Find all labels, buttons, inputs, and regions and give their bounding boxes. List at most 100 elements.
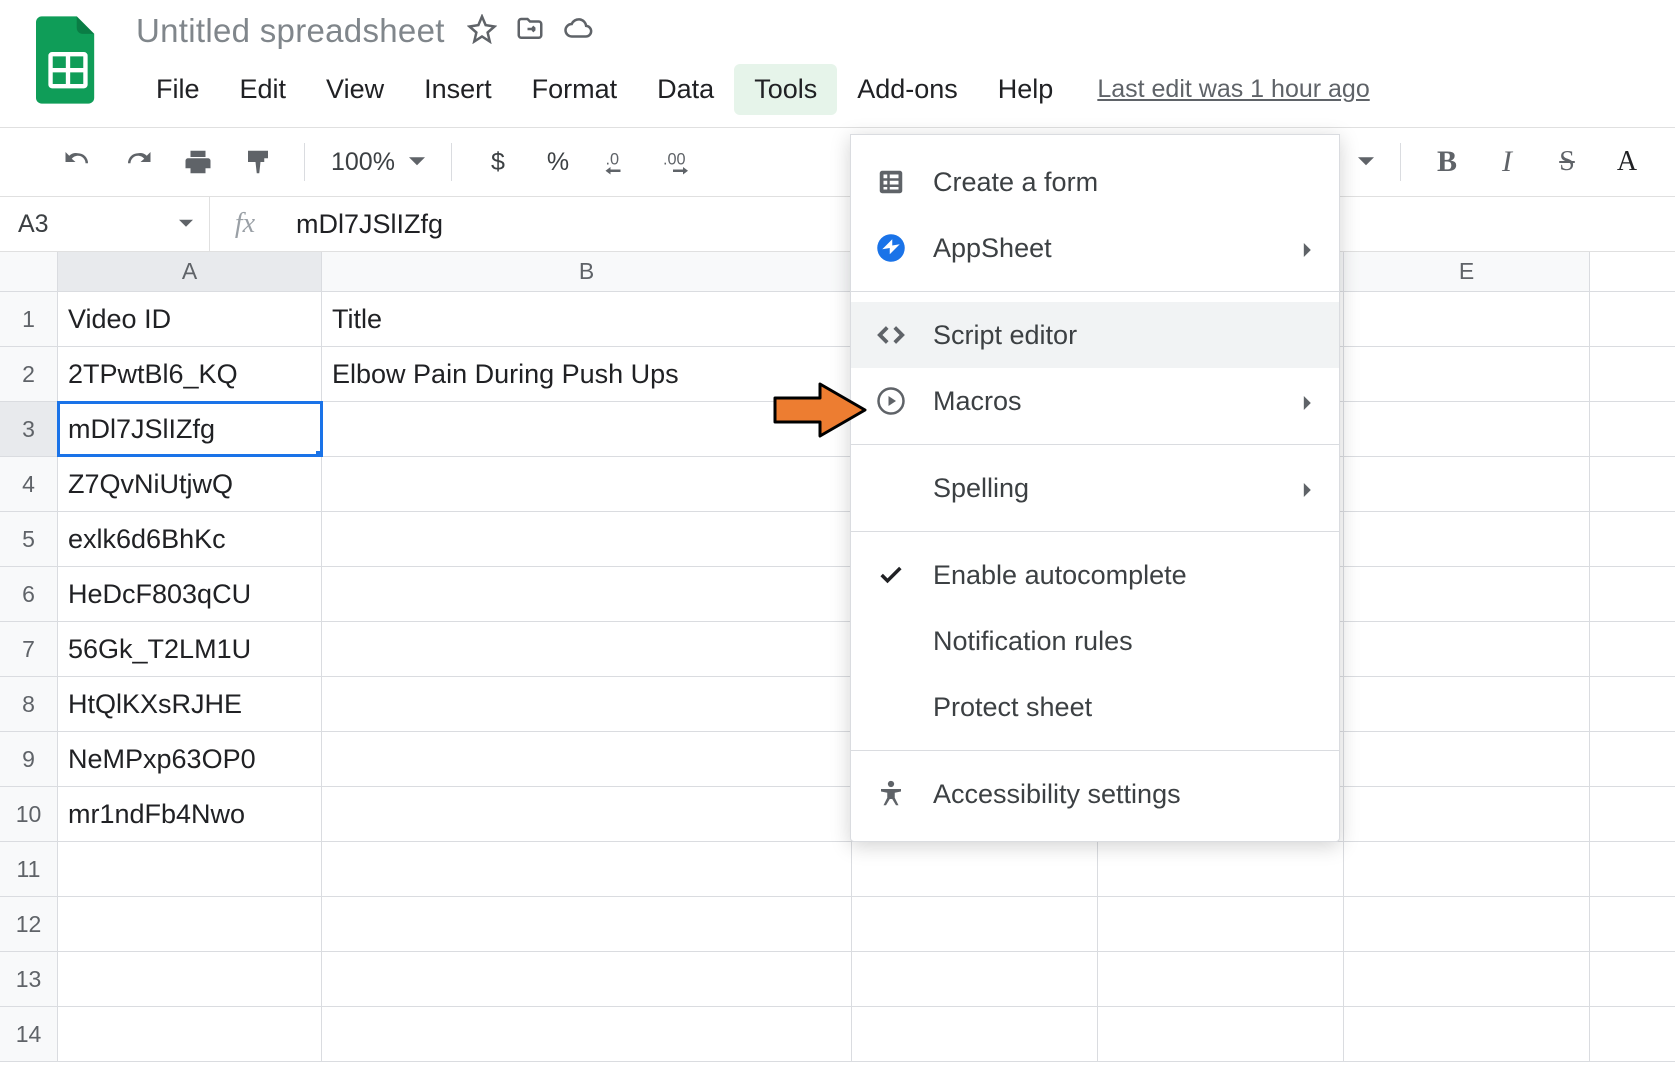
cell-C13[interactable] bbox=[852, 952, 1098, 1006]
row-header-14[interactable]: 14 bbox=[0, 1007, 58, 1061]
paint-format-button[interactable] bbox=[238, 142, 278, 182]
row-header-4[interactable]: 4 bbox=[0, 457, 58, 511]
text-color-button[interactable]: A bbox=[1607, 142, 1647, 182]
cell-D12[interactable] bbox=[1098, 897, 1344, 951]
menu-view[interactable]: View bbox=[306, 64, 404, 115]
cell-B1[interactable]: Title bbox=[322, 292, 852, 346]
italic-button[interactable]: I bbox=[1487, 142, 1527, 182]
menu-format[interactable]: Format bbox=[512, 64, 638, 115]
cell-C12[interactable] bbox=[852, 897, 1098, 951]
cell-D14[interactable] bbox=[1098, 1007, 1344, 1061]
document-title[interactable]: Untitled spreadsheet bbox=[136, 12, 445, 50]
row-header-7[interactable]: 7 bbox=[0, 622, 58, 676]
row-header-12[interactable]: 12 bbox=[0, 897, 58, 951]
menu-tools[interactable]: Tools bbox=[734, 64, 837, 115]
cell-A9[interactable]: NeMPxp63OP0 bbox=[58, 732, 322, 786]
cell-B6[interactable] bbox=[322, 567, 852, 621]
menu-insert[interactable]: Insert bbox=[404, 64, 512, 115]
cell-A10[interactable]: mr1ndFb4Nwo bbox=[58, 787, 322, 841]
cell-A7[interactable]: 56Gk_T2LM1U bbox=[58, 622, 322, 676]
dropdown-item-script-editor[interactable]: Script editor bbox=[851, 302, 1339, 368]
cell-B5[interactable] bbox=[322, 512, 852, 566]
row-header-1[interactable]: 1 bbox=[0, 292, 58, 346]
cell-E14[interactable] bbox=[1344, 1007, 1590, 1061]
cell-A5[interactable]: exlk6d6BhKc bbox=[58, 512, 322, 566]
column-header-A[interactable]: A bbox=[58, 252, 322, 291]
redo-button[interactable] bbox=[118, 142, 158, 182]
format-currency-button[interactable]: $ bbox=[478, 142, 518, 182]
row-header-9[interactable]: 9 bbox=[0, 732, 58, 786]
cell-E3[interactable] bbox=[1344, 402, 1590, 456]
last-edit-link[interactable]: Last edit was 1 hour ago bbox=[1097, 75, 1369, 104]
cell-A2[interactable]: 2TPwtBl6_KQ bbox=[58, 347, 322, 401]
dropdown-item-macros[interactable]: Macros bbox=[851, 368, 1339, 434]
menu-file[interactable]: File bbox=[136, 64, 220, 115]
select-all-corner[interactable] bbox=[0, 252, 58, 291]
row-header-13[interactable]: 13 bbox=[0, 952, 58, 1006]
cell-E8[interactable] bbox=[1344, 677, 1590, 731]
cell-B12[interactable] bbox=[322, 897, 852, 951]
cell-E9[interactable] bbox=[1344, 732, 1590, 786]
dropdown-item-protect-sheet[interactable]: Protect sheet bbox=[851, 674, 1339, 740]
star-icon[interactable] bbox=[467, 14, 497, 49]
cell-B4[interactable] bbox=[322, 457, 852, 511]
cell-E7[interactable] bbox=[1344, 622, 1590, 676]
bold-button[interactable]: B bbox=[1427, 142, 1467, 182]
increase-decimal-button[interactable]: .00 bbox=[658, 142, 698, 182]
row-header-5[interactable]: 5 bbox=[0, 512, 58, 566]
cell-C11[interactable] bbox=[852, 842, 1098, 896]
row-header-10[interactable]: 10 bbox=[0, 787, 58, 841]
cell-A3[interactable]: mDl7JSlIZfg bbox=[58, 402, 322, 456]
row-header-8[interactable]: 8 bbox=[0, 677, 58, 731]
cell-E1[interactable] bbox=[1344, 292, 1590, 346]
cell-A4[interactable]: Z7QvNiUtjwQ bbox=[58, 457, 322, 511]
cell-E6[interactable] bbox=[1344, 567, 1590, 621]
menu-edit[interactable]: Edit bbox=[220, 64, 307, 115]
cloud-status-icon[interactable] bbox=[563, 14, 593, 49]
caret-down-icon[interactable] bbox=[1358, 154, 1374, 170]
cell-E11[interactable] bbox=[1344, 842, 1590, 896]
cell-E10[interactable] bbox=[1344, 787, 1590, 841]
cell-A11[interactable] bbox=[58, 842, 322, 896]
cell-E4[interactable] bbox=[1344, 457, 1590, 511]
cell-B13[interactable] bbox=[322, 952, 852, 1006]
cell-E13[interactable] bbox=[1344, 952, 1590, 1006]
print-button[interactable] bbox=[178, 142, 218, 182]
format-percent-button[interactable]: % bbox=[538, 142, 578, 182]
cell-A13[interactable] bbox=[58, 952, 322, 1006]
undo-button[interactable] bbox=[58, 142, 98, 182]
column-header-B[interactable]: B bbox=[322, 252, 852, 291]
dropdown-item-spelling[interactable]: Spelling bbox=[851, 455, 1339, 521]
row-header-2[interactable]: 2 bbox=[0, 347, 58, 401]
cell-A1[interactable]: Video ID bbox=[58, 292, 322, 346]
dropdown-item-appsheet[interactable]: AppSheet bbox=[851, 215, 1339, 281]
cell-A6[interactable]: HeDcF803qCU bbox=[58, 567, 322, 621]
row-header-11[interactable]: 11 bbox=[0, 842, 58, 896]
row-header-3[interactable]: 3 bbox=[0, 402, 58, 456]
name-box[interactable]: A3 bbox=[0, 197, 210, 251]
dropdown-item-enable-autocomplete[interactable]: Enable autocomplete bbox=[851, 542, 1339, 608]
cell-B14[interactable] bbox=[322, 1007, 852, 1061]
cell-B10[interactable] bbox=[322, 787, 852, 841]
dropdown-item-accessibility-settings[interactable]: Accessibility settings bbox=[851, 761, 1339, 827]
dropdown-item-create-a-form[interactable]: Create a form bbox=[851, 149, 1339, 215]
menu-data[interactable]: Data bbox=[637, 64, 734, 115]
strikethrough-button[interactable]: S bbox=[1547, 142, 1587, 182]
cell-A8[interactable]: HtQlKXsRJHE bbox=[58, 677, 322, 731]
cell-E5[interactable] bbox=[1344, 512, 1590, 566]
decrease-decimal-button[interactable]: .0 bbox=[598, 142, 638, 182]
cell-A12[interactable] bbox=[58, 897, 322, 951]
move-icon[interactable] bbox=[515, 14, 545, 49]
cell-E12[interactable] bbox=[1344, 897, 1590, 951]
cell-C14[interactable] bbox=[852, 1007, 1098, 1061]
menu-addons[interactable]: Add-ons bbox=[837, 64, 978, 115]
dropdown-item-notification-rules[interactable]: Notification rules bbox=[851, 608, 1339, 674]
cell-D13[interactable] bbox=[1098, 952, 1344, 1006]
cell-B7[interactable] bbox=[322, 622, 852, 676]
zoom-select[interactable]: 100% bbox=[331, 148, 425, 177]
cell-B11[interactable] bbox=[322, 842, 852, 896]
cell-B9[interactable] bbox=[322, 732, 852, 786]
cell-E2[interactable] bbox=[1344, 347, 1590, 401]
row-header-6[interactable]: 6 bbox=[0, 567, 58, 621]
cell-D11[interactable] bbox=[1098, 842, 1344, 896]
